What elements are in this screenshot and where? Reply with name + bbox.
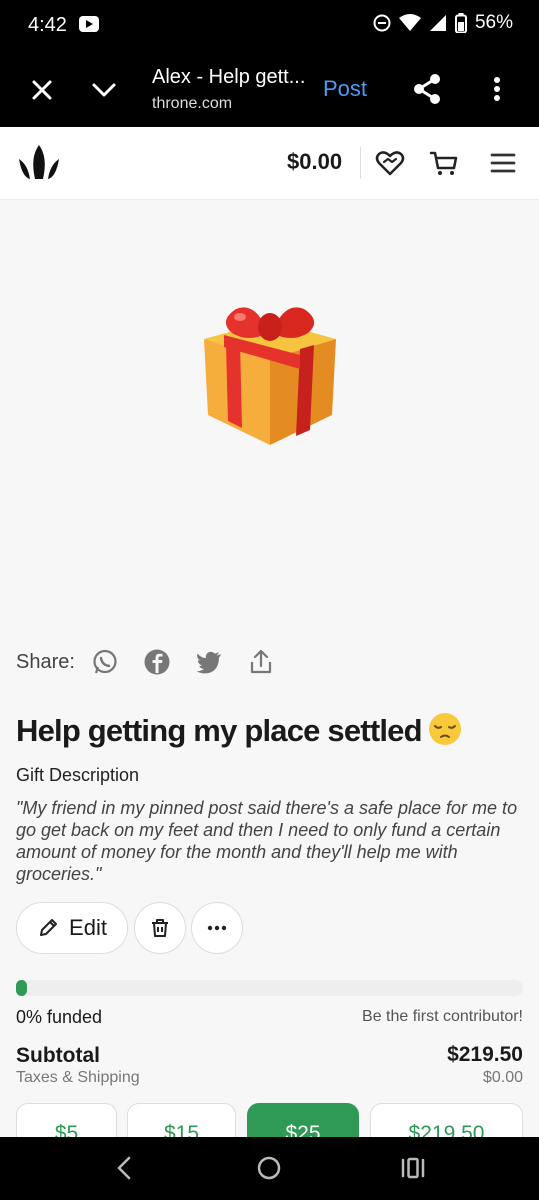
chevron-down-icon[interactable] xyxy=(86,72,122,108)
gift-box-icon xyxy=(204,307,336,445)
funding-progress-fill xyxy=(16,980,27,996)
more-actions-button[interactable] xyxy=(191,902,243,954)
wallet-balance[interactable]: $0.00 xyxy=(287,149,342,175)
facebook-icon[interactable] xyxy=(143,648,171,676)
header-divider xyxy=(360,147,361,179)
do-not-disturb-icon xyxy=(373,14,391,32)
more-options-icon[interactable] xyxy=(482,72,512,106)
whatsapp-icon[interactable] xyxy=(91,648,119,676)
page-url: throne.com xyxy=(152,95,233,112)
pencil-icon xyxy=(40,919,58,936)
subtotal-label: Subtotal xyxy=(16,1044,100,1067)
status-bar: 4:42 56% xyxy=(0,0,539,52)
back-icon[interactable] xyxy=(112,1155,136,1181)
signal-icon xyxy=(429,15,446,31)
page-title: Alex - Help gett... xyxy=(152,66,306,88)
contributor-note: Be the first contributor! xyxy=(362,1008,523,1025)
taxes-label: Taxes & Shipping xyxy=(16,1069,140,1086)
item-image-area xyxy=(0,201,539,631)
twitter-icon[interactable] xyxy=(195,648,223,676)
ellipsis-icon xyxy=(207,925,227,931)
hamburger-menu-icon[interactable] xyxy=(488,149,518,177)
item-title-text: Help getting my place settled xyxy=(16,713,423,748)
share-row: Share: xyxy=(16,646,299,678)
delete-button[interactable] xyxy=(134,902,186,954)
taxes-value: $0.00 xyxy=(482,1069,523,1086)
cart-icon[interactable] xyxy=(428,147,460,179)
browser-toolbar: Alex - Help gett... throne.com Post xyxy=(0,52,539,127)
description-text: "My friend in my pinned post said there'… xyxy=(16,798,518,884)
trash-icon xyxy=(152,919,168,937)
funding-progress-bar xyxy=(16,980,523,996)
youtube-notification-icon xyxy=(79,16,99,32)
post-button[interactable]: Post xyxy=(323,76,367,102)
status-time: 4:42 xyxy=(28,14,67,36)
share-upload-icon[interactable] xyxy=(247,648,275,676)
edit-label: Edit xyxy=(69,915,107,940)
edit-button[interactable]: Edit xyxy=(16,902,128,954)
throne-logo[interactable] xyxy=(16,143,62,183)
system-nav-bar xyxy=(0,1137,539,1200)
subtotal-value: $219.50 xyxy=(447,1043,523,1066)
status-icons: 56% xyxy=(373,12,513,34)
battery-percent: 56% xyxy=(474,12,513,33)
pensive-face-icon xyxy=(428,713,461,745)
battery-icon xyxy=(454,13,467,33)
home-icon[interactable] xyxy=(256,1155,282,1181)
share-label: Share: xyxy=(16,650,75,673)
description-label: Gift Description xyxy=(16,765,140,785)
share-icon[interactable] xyxy=(410,72,444,106)
funded-percent-label: 0% funded xyxy=(16,1007,103,1027)
close-icon[interactable] xyxy=(24,72,60,108)
recent-apps-icon[interactable] xyxy=(400,1156,426,1180)
wishlist-heart-icon[interactable] xyxy=(374,147,406,179)
site-header: $0.00 xyxy=(0,127,539,200)
wifi-icon xyxy=(398,14,421,31)
item-title: Help getting my place settled xyxy=(16,712,462,749)
